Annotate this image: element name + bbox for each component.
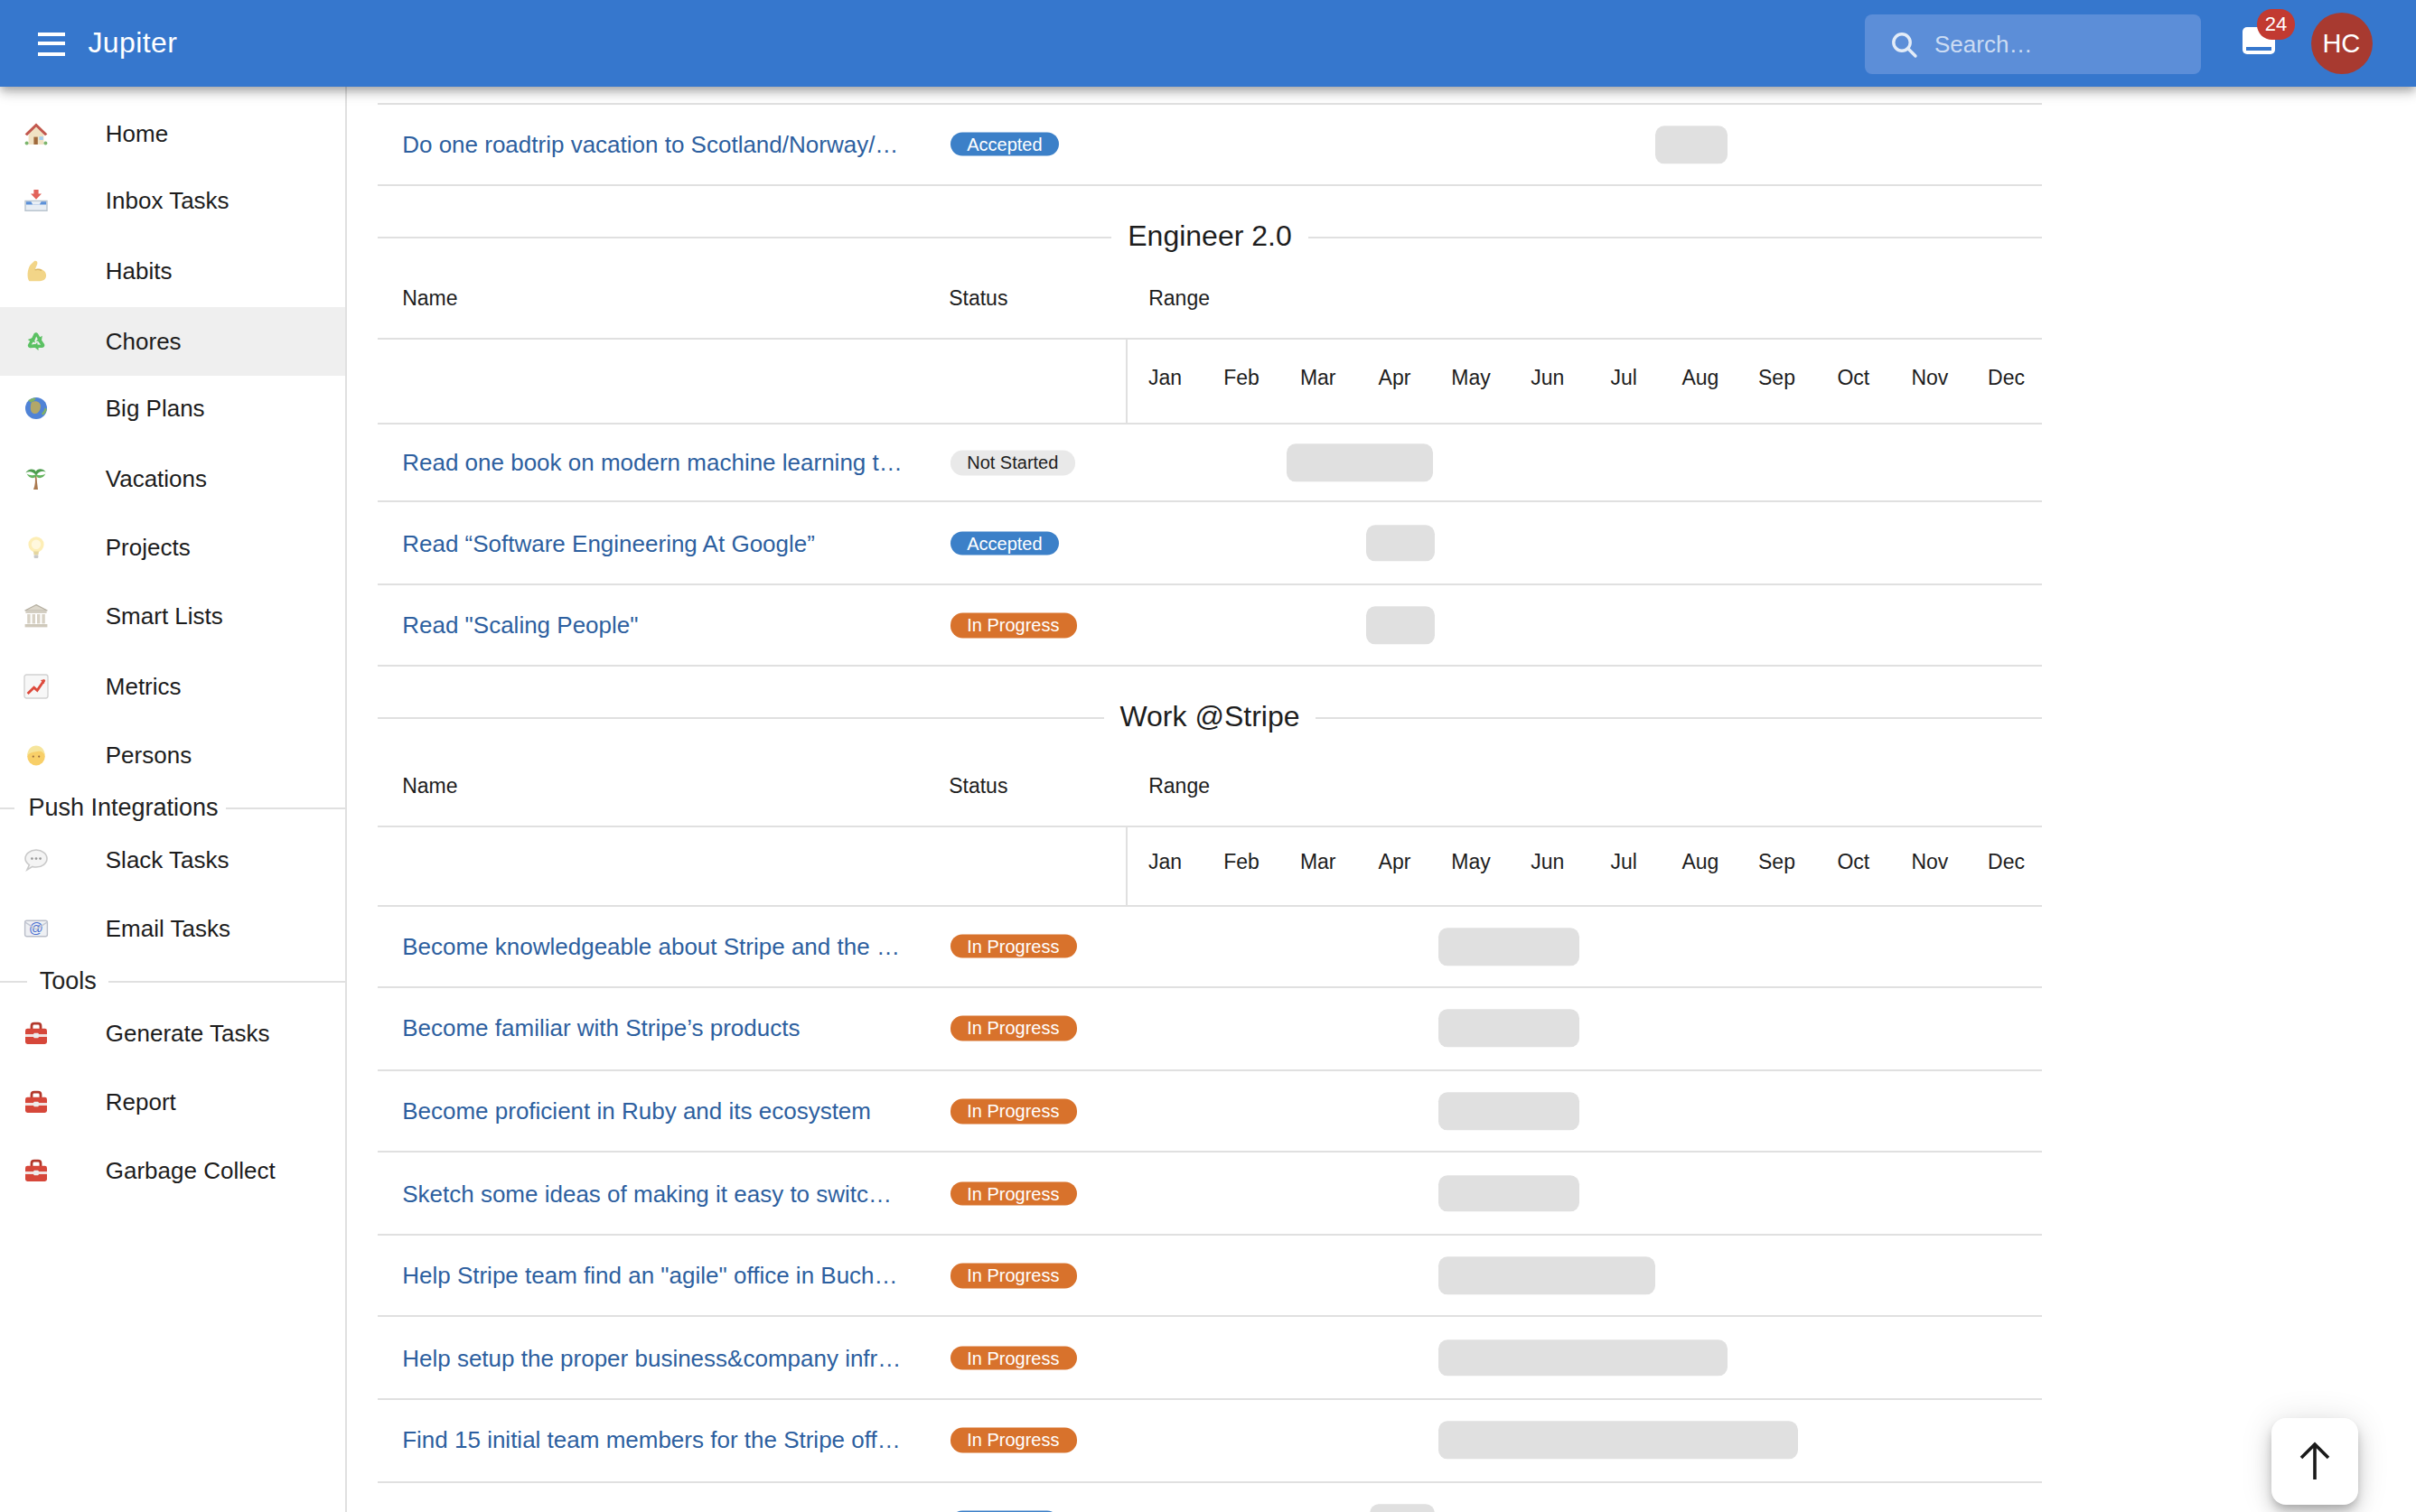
svg-text:@: @: [29, 920, 43, 936]
